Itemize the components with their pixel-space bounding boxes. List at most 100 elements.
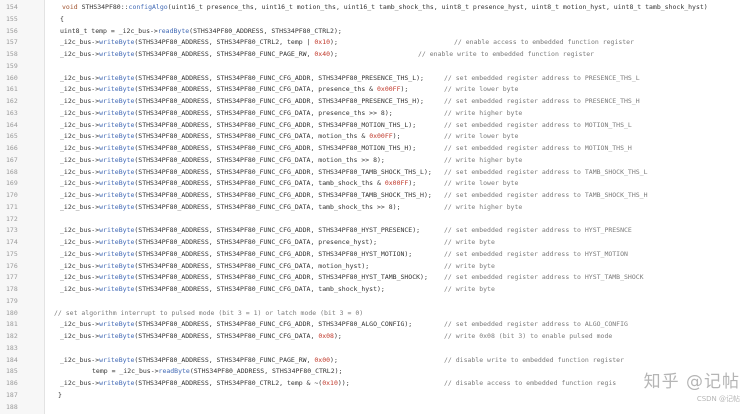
line-number: 159 — [6, 61, 18, 70]
code-line: 181 _i2c_bus->writeByte(STHS34PF80_ADDRES… — [0, 319, 750, 330]
code-text: _i2c_bus->writeByte(STHS34PF80_ADDRESS, … — [60, 320, 413, 329]
code-text: _i2c_bus->writeByte(STHS34PF80_ADDRESS, … — [60, 155, 385, 164]
line-number: 165 — [6, 132, 18, 141]
code-text: _i2c_bus->writeByte(STHS34PF80_ADDRESS, … — [60, 191, 432, 199]
code-text: _i2c_bus->writeByte(STHS34PF80_ADDRESS, … — [60, 108, 393, 117]
code-line: 164 _i2c_bus->writeByte(STHS34PF80_ADDRES… — [0, 120, 750, 131]
code-line: 168 _i2c_bus->writeByte(STHS34PF80_ADDRES… — [0, 167, 750, 178]
line-number: 168 — [6, 167, 18, 176]
code-comment: // write byte — [444, 261, 495, 270]
code-text: _i2c_bus->writeByte(STHS34PF80_ADDRESS, … — [60, 38, 338, 47]
line-number: 155 — [6, 14, 18, 23]
line-number: 161 — [6, 85, 18, 94]
line-number: 180 — [6, 308, 18, 317]
code-text: _i2c_bus->writeByte(STHS34PF80_ADDRESS, … — [60, 50, 338, 58]
code-editor[interactable]: 154 void STHS34PF80::configAlgo(uint16_t … — [0, 0, 750, 414]
code-line: 185 temp = _i2c_bus->readByte(STHS34PF80_… — [0, 366, 750, 377]
code-line: 169 _i2c_bus->writeByte(STHS34PF80_ADDRES… — [0, 178, 750, 189]
code-line: 174 _i2c_bus->writeByte(STHS34PF80_ADDRES… — [0, 237, 750, 248]
code-comment: // set embedded register address to MOTI… — [444, 120, 632, 129]
code-comment: // write byte — [444, 285, 495, 293]
code-text: _i2c_bus->writeByte(STHS34PF80_ADDRESS, … — [60, 73, 424, 82]
line-number: 157 — [6, 38, 18, 47]
line-number: 170 — [6, 191, 18, 199]
code-line: 183 — [0, 343, 750, 354]
code-comment: // write higher byte — [444, 108, 523, 117]
code-comment: // enable write to embedded function reg… — [418, 50, 595, 58]
line-number: 182 — [6, 332, 18, 340]
code-line: 158 _i2c_bus->writeByte(STHS34PF80_ADDRES… — [0, 49, 750, 60]
line-number: 174 — [6, 238, 18, 246]
code-text: } — [58, 390, 62, 399]
line-number: 175 — [6, 249, 18, 258]
code-comment: // set algorithm interrupt to pulsed mod… — [54, 308, 364, 317]
line-number: 160 — [6, 73, 18, 82]
line-number: 185 — [6, 367, 18, 376]
line-number: 171 — [6, 202, 18, 211]
code-comment: // set embedded register address to ALGO… — [444, 320, 628, 329]
code-line: 175 _i2c_bus->writeByte(STHS34PF80_ADDRES… — [0, 249, 750, 260]
code-comment: // set embedded register address to MOTI… — [444, 144, 632, 152]
code-comment: // disable write to embedded function re… — [444, 355, 625, 364]
code-comment: // write higher byte — [444, 202, 523, 211]
watermark-csdn: CSDN @记帖 — [696, 395, 740, 403]
code-text: _i2c_bus->writeByte(STHS34PF80_ADDRESS, … — [60, 85, 409, 94]
code-comment: // write lower byte — [444, 85, 519, 94]
code-comment: // set embedded register address to TAMB… — [444, 191, 648, 199]
code-comment: // set embedded register address to HYST… — [444, 249, 628, 258]
code-text: _i2c_bus->writeByte(STHS34PF80_ADDRESS, … — [60, 261, 370, 270]
line-number: 173 — [6, 226, 18, 235]
code-line: 170 _i2c_bus->writeByte(STHS34PF80_ADDRES… — [0, 190, 750, 201]
code-line: 178 _i2c_bus->writeByte(STHS34PF80_ADDRES… — [0, 284, 750, 295]
code-line: 154 void STHS34PF80::configAlgo(uint16_t … — [0, 2, 750, 13]
code-comment: // set embedded register address to HYST… — [444, 226, 632, 235]
code-line: 182 _i2c_bus->writeByte(STHS34PF80_ADDRES… — [0, 331, 750, 342]
code-text: _i2c_bus->writeByte(STHS34PF80_ADDRESS, … — [60, 202, 401, 211]
code-text: _i2c_bus->writeByte(STHS34PF80_ADDRESS, … — [60, 249, 413, 258]
code-line: 157 _i2c_bus->writeByte(STHS34PF80_ADDRES… — [0, 37, 750, 48]
code-comment: // write byte — [444, 238, 495, 246]
code-comment: // set embedded register address to PRES… — [444, 97, 640, 105]
code-text: _i2c_bus->writeByte(STHS34PF80_ADDRESS, … — [60, 144, 417, 152]
line-number: 163 — [6, 108, 18, 117]
code-text: _i2c_bus->writeByte(STHS34PF80_ADDRESS, … — [60, 120, 417, 129]
line-number: 188 — [6, 402, 18, 411]
line-number: 158 — [6, 50, 18, 58]
code-text: _i2c_bus->writeByte(STHS34PF80_ADDRESS, … — [60, 238, 378, 246]
code-text: _i2c_bus->writeByte(STHS34PF80_ADDRESS, … — [60, 132, 401, 141]
line-number: 156 — [6, 26, 18, 35]
code-text: void STHS34PF80::configAlgo(uint16_t pre… — [62, 3, 708, 11]
line-number: 178 — [6, 285, 18, 293]
code-text: _i2c_bus->writeByte(STHS34PF80_ADDRESS, … — [60, 379, 350, 387]
code-line: 180 // set algorithm interrupt to pulsed … — [0, 308, 750, 319]
line-number: 184 — [6, 355, 18, 364]
line-number: 183 — [6, 343, 18, 352]
line-number: 169 — [6, 179, 18, 188]
code-text: _i2c_bus->writeByte(STHS34PF80_ADDRESS, … — [60, 332, 342, 340]
code-comment: // write 0x08 (bit 3) to enable pulsed m… — [444, 332, 613, 340]
code-line: 173 _i2c_bus->writeByte(STHS34PF80_ADDRES… — [0, 225, 750, 236]
line-number: 167 — [6, 155, 18, 164]
watermark-zhihu: 知乎 @记帖 — [643, 372, 740, 392]
line-number: 181 — [6, 320, 18, 329]
code-line: 162 _i2c_bus->writeByte(STHS34PF80_ADDRES… — [0, 96, 750, 107]
watermark: 知乎 @记帖 CSDN @记帖 — [644, 367, 740, 404]
code-line: 155 { — [0, 14, 750, 25]
code-comment: // write lower byte — [444, 132, 519, 141]
code-line: 163 _i2c_bus->writeByte(STHS34PF80_ADDRES… — [0, 108, 750, 119]
code-text: _i2c_bus->writeByte(STHS34PF80_ADDRESS, … — [60, 273, 428, 282]
code-line: 188 — [0, 402, 750, 413]
line-number: 162 — [6, 97, 18, 105]
code-comment: // disable access to embedded function r… — [444, 379, 617, 387]
code-line: 184 _i2c_bus->writeByte(STHS34PF80_ADDRES… — [0, 355, 750, 366]
code-line: 176 _i2c_bus->writeByte(STHS34PF80_ADDRES… — [0, 261, 750, 272]
code-text: _i2c_bus->writeByte(STHS34PF80_ADDRESS, … — [60, 97, 424, 105]
code-line: 165 _i2c_bus->writeByte(STHS34PF80_ADDRES… — [0, 131, 750, 142]
line-number: 186 — [6, 379, 18, 387]
code-line: 160 _i2c_bus->writeByte(STHS34PF80_ADDRES… — [0, 73, 750, 84]
line-number: 172 — [6, 214, 18, 223]
code-line: 187} — [0, 390, 750, 401]
code-text: _i2c_bus->writeByte(STHS34PF80_ADDRESS, … — [60, 179, 417, 188]
line-number: 166 — [6, 144, 18, 152]
line-number: 179 — [6, 296, 18, 305]
